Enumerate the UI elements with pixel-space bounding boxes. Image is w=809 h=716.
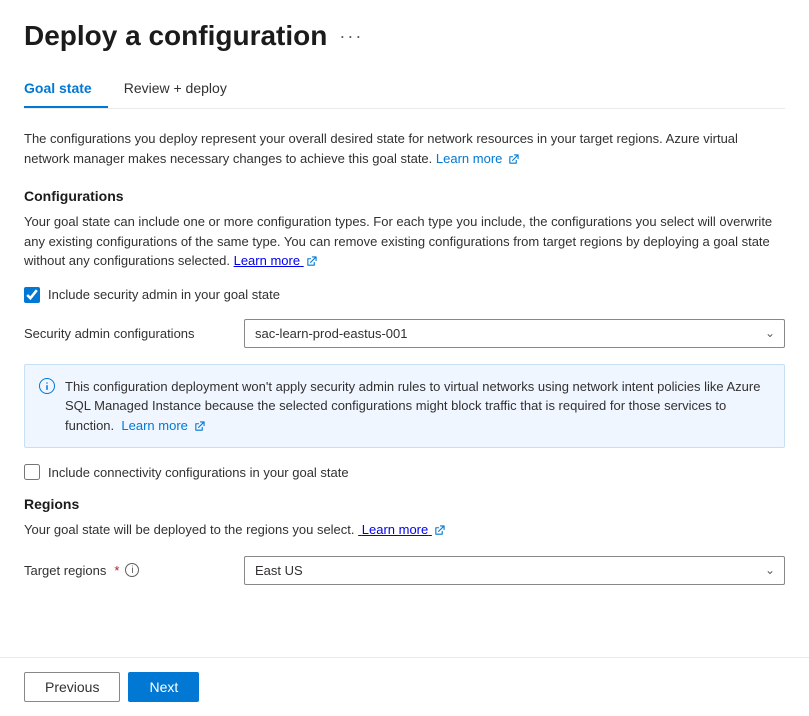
tab-review-deploy[interactable]: Review + deploy [124,72,243,108]
tab-goal-state[interactable]: Goal state [24,72,108,108]
include-connectivity-label[interactable]: Include connectivity configurations in y… [48,465,349,480]
configurations-description: Your goal state can include one or more … [24,212,785,271]
tabs-row: Goal state Review + deploy [24,72,785,109]
target-regions-select-wrapper: East US ⌄ [244,556,785,585]
more-options-icon[interactable]: ··· [339,26,363,47]
security-admin-select[interactable]: sac-learn-prod-eastus-001 [244,319,785,348]
page-title: Deploy a configuration [24,20,327,52]
configurations-title: Configurations [24,188,785,204]
goal-state-description: The configurations you deploy represent … [24,129,785,168]
footer-bar: Previous Next [0,657,809,716]
regions-learn-more-link[interactable]: Learn more [358,522,445,537]
learn-more-link-1[interactable]: Learn more [436,151,519,166]
regions-title: Regions [24,496,785,512]
info-box-text: This configuration deployment won't appl… [65,377,770,436]
info-circle-icon [39,378,55,402]
external-link-icon-3 [194,421,205,432]
target-regions-label: Target regions [24,563,106,578]
previous-button[interactable]: Previous [24,672,120,702]
external-link-icon-4 [434,525,445,536]
info-box-learn-more-link[interactable]: Learn more [118,418,205,433]
include-security-admin-checkbox[interactable] [24,287,40,303]
external-link-icon-2 [306,256,317,267]
external-link-icon-1 [508,154,519,165]
regions-description: Your goal state will be deployed to the … [24,520,785,540]
info-box: This configuration deployment won't appl… [24,364,785,449]
include-security-admin-label[interactable]: Include security admin in your goal stat… [48,287,280,302]
target-regions-info-icon[interactable]: i [125,563,139,577]
security-admin-select-wrapper: sac-learn-prod-eastus-001 ⌄ [244,319,785,348]
security-admin-field-label: Security admin configurations [24,326,244,341]
include-connectivity-checkbox[interactable] [24,464,40,480]
next-button[interactable]: Next [128,672,199,702]
required-star: * [114,563,119,578]
target-regions-select[interactable]: East US [244,556,785,585]
learn-more-link-2[interactable]: Learn more [234,253,317,268]
